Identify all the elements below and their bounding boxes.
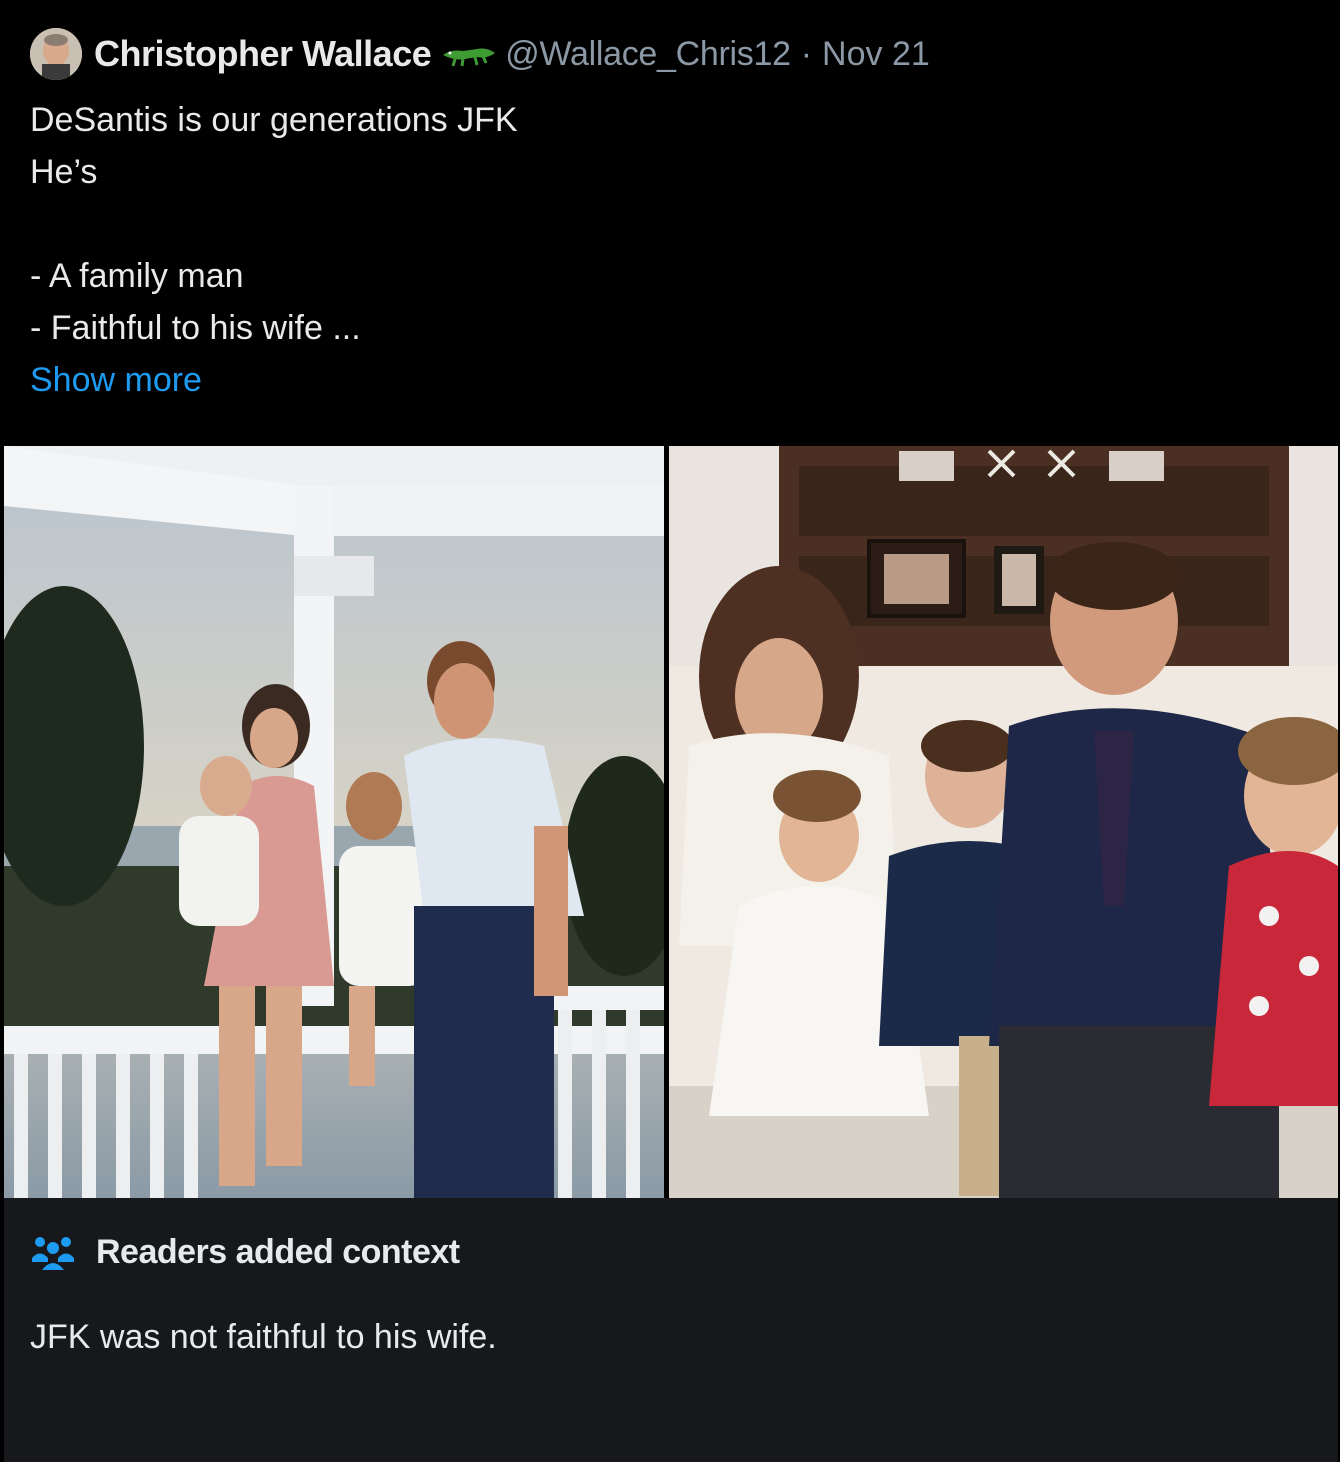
kennedy-family-porch-photo[interactable] xyxy=(4,446,664,1198)
tweet-header: Christopher Wallace @Wallace_Chris12 · N… xyxy=(30,26,930,82)
tweet-text-line xyxy=(30,198,1300,250)
desantis-family-photo[interactable] xyxy=(669,446,1338,1198)
author-name[interactable]: Christopher Wallace xyxy=(94,33,432,75)
community-note-title: Readers added context xyxy=(96,1232,460,1271)
tweet-media xyxy=(4,446,1338,1198)
avatar[interactable] xyxy=(30,28,82,80)
community-note: Readers added context JFK was not faithf… xyxy=(4,1198,1338,1462)
show-more-link[interactable]: Show more xyxy=(30,361,202,399)
author-handle[interactable]: @Wallace_Chris12 xyxy=(505,35,791,74)
tweet-date[interactable]: Nov 21 xyxy=(822,35,930,74)
tweet-text-line: - Faithful to his wife ... xyxy=(30,309,361,347)
tweet-text: DeSantis is our generations JFK He’s - A… xyxy=(30,94,1300,406)
separator: · xyxy=(800,34,813,73)
community-note-body: JFK was not faithful to his wife. xyxy=(30,1318,497,1356)
tweet-text-line: He’s xyxy=(30,153,98,191)
people-icon xyxy=(30,1232,76,1272)
community-note-header[interactable]: Readers added context xyxy=(30,1232,460,1272)
tweet-text-line: DeSantis is our generations JFK xyxy=(30,101,518,139)
tweet-screenshot: Christopher Wallace @Wallace_Chris12 · N… xyxy=(0,0,1340,1462)
tweet-text-line: - A family man xyxy=(30,257,244,295)
alligator-emoji-icon xyxy=(441,39,497,69)
